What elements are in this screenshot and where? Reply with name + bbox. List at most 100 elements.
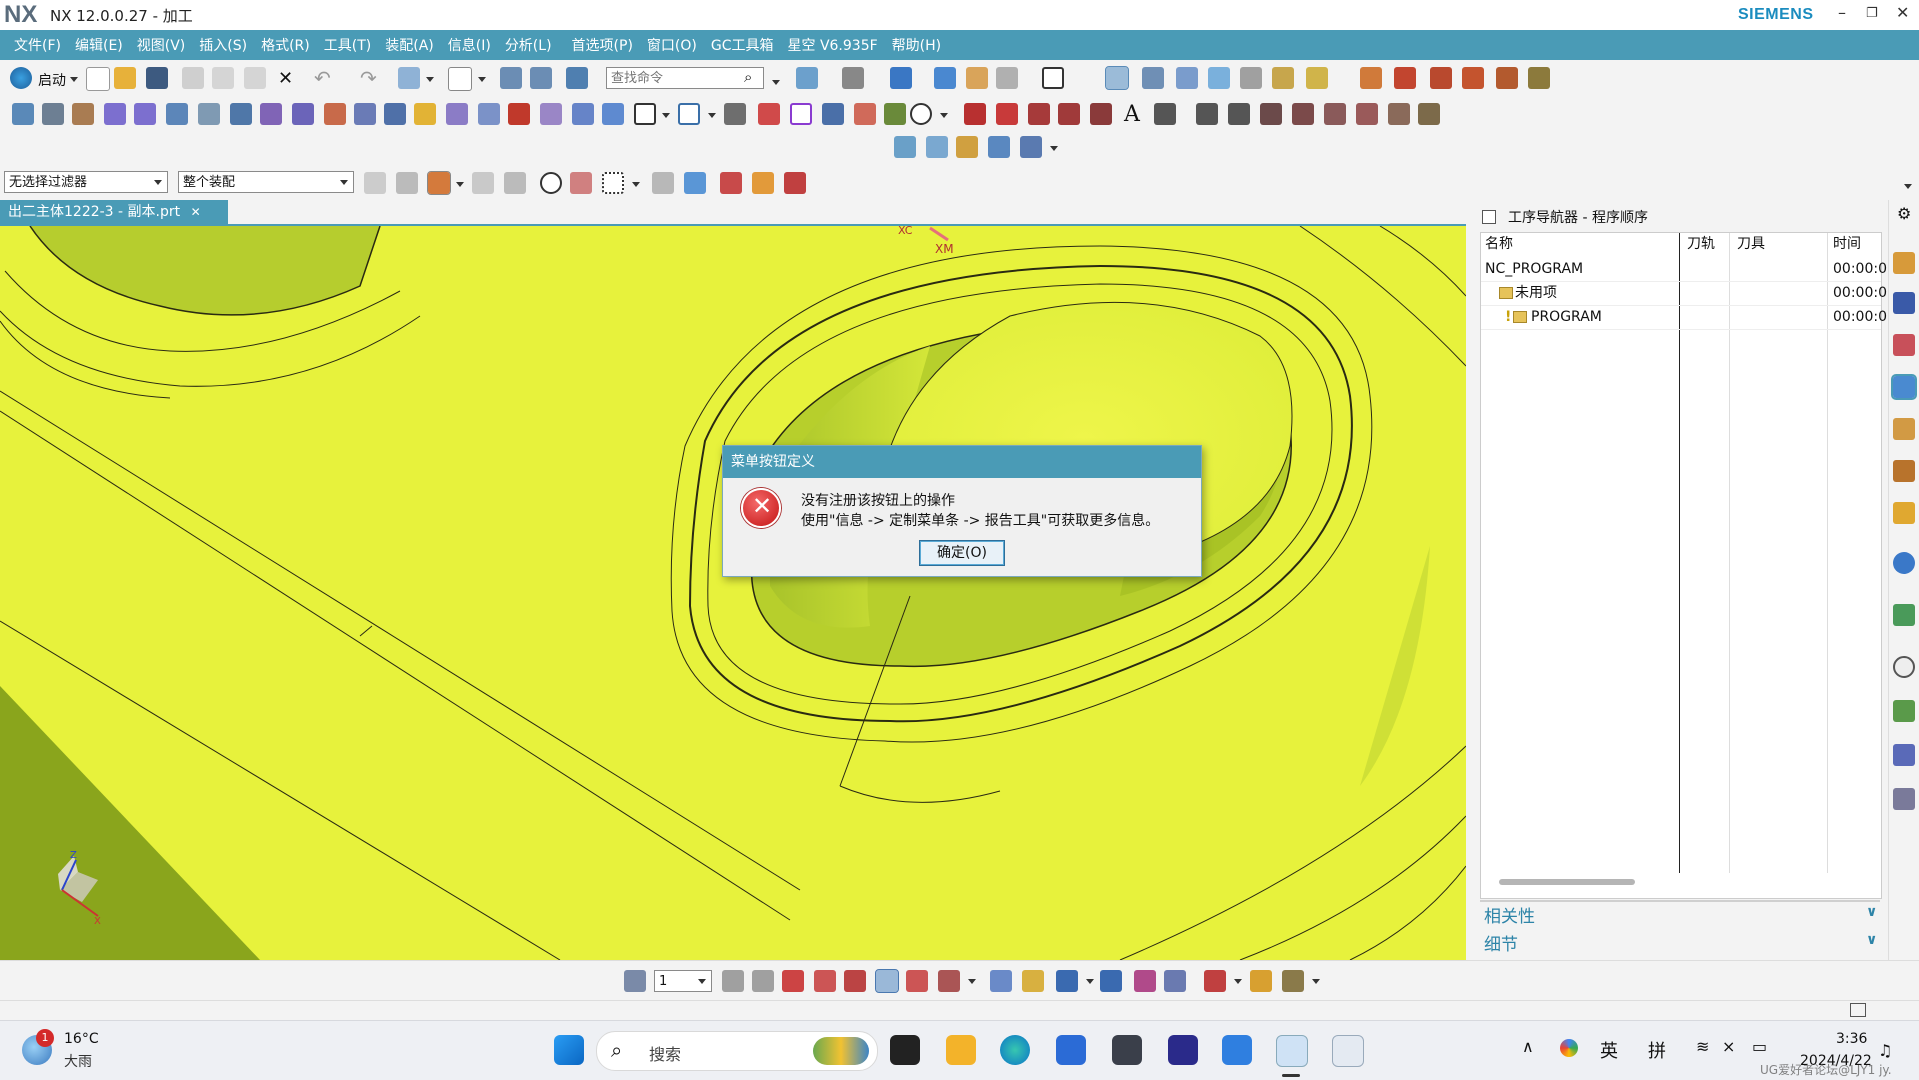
graphics-viewport[interactable]: XC XM Z X 菜单按钮定义 ✕ 没有注册该按钮上的操作 使用"信息 -> …	[0, 226, 1466, 960]
section-view-icon[interactable]	[996, 67, 1018, 89]
verify-path-icon[interactable]	[198, 103, 220, 125]
assembly-scope-caret[interactable]	[340, 180, 348, 185]
ruler-icon[interactable]	[1250, 970, 1272, 992]
menu-file[interactable]: 文件(F)	[14, 35, 61, 55]
box-select-icon[interactable]	[602, 172, 624, 194]
orient-dynamic-icon[interactable]	[1056, 970, 1078, 992]
menu-help[interactable]: 帮助(H)	[892, 35, 941, 55]
filter-icon[interactable]	[1272, 67, 1294, 89]
grid-point-icon[interactable]	[758, 103, 780, 125]
circle-icon[interactable]	[910, 103, 932, 125]
project-curve-icon[interactable]	[1228, 103, 1250, 125]
create-program-icon[interactable]	[12, 103, 34, 125]
curve-snap-icon[interactable]	[1430, 67, 1452, 89]
show-hide-icon[interactable]	[652, 172, 674, 194]
wcs-dropdown-caret[interactable]	[968, 979, 976, 984]
blank-icon[interactable]	[414, 103, 436, 125]
nx-taskbar-icon[interactable]	[1276, 1035, 1308, 1067]
layer-settings-icon[interactable]	[624, 970, 646, 992]
create-tool-icon[interactable]	[42, 103, 64, 125]
document-tab[interactable]: 出二主体1222-3 - 副本.prt ✕	[0, 200, 228, 224]
new-file-icon[interactable]	[86, 67, 110, 91]
snap-options-caret[interactable]	[1312, 979, 1320, 984]
helix-icon[interactable]	[1090, 103, 1112, 125]
copy-to-layer-icon[interactable]	[752, 970, 774, 992]
tray-app-icon[interactable]	[1560, 1039, 1578, 1057]
ok-button[interactable]: 确定(O)	[919, 540, 1005, 566]
volume-muted-icon[interactable]: ×	[1722, 1037, 1735, 1056]
assembly-navigator-icon[interactable]	[1893, 292, 1915, 314]
wcs-rotate-icon[interactable]	[814, 970, 836, 992]
delete-icon[interactable]: ✕	[278, 68, 293, 89]
filter-options-icon[interactable]	[1306, 67, 1328, 89]
move-to-layer-icon[interactable]	[722, 970, 744, 992]
back-arrow-icon[interactable]	[104, 103, 126, 125]
intersect-snap-icon[interactable]	[1496, 67, 1518, 89]
isoparametric-icon[interactable]	[1356, 103, 1378, 125]
arc-icon[interactable]	[996, 103, 1018, 125]
select-component-icon[interactable]	[364, 172, 386, 194]
edge-display-icon[interactable]	[1042, 67, 1064, 89]
clip-icon[interactable]	[752, 172, 774, 194]
menu-insert[interactable]: 插入(S)	[199, 35, 247, 55]
col-toolpath[interactable]: 刀轨	[1687, 233, 1715, 255]
select-face-icon[interactable]	[1208, 67, 1230, 89]
menu-analysis[interactable]: 分析(L)	[505, 35, 552, 55]
measure-icon[interactable]	[720, 172, 742, 194]
reuse-library-icon[interactable]	[1893, 460, 1915, 482]
layout-icon[interactable]	[894, 136, 916, 158]
measure-dropdown-caret[interactable]	[1234, 979, 1242, 984]
delete-csys-icon[interactable]	[1164, 970, 1186, 992]
solid-body-icon[interactable]	[684, 172, 706, 194]
taskbar-search[interactable]: ⌕ 搜索	[596, 1031, 878, 1071]
toolbar-overflow-caret[interactable]	[1904, 184, 1912, 189]
col-time[interactable]: 时间	[1833, 233, 1861, 255]
edit-csys-icon[interactable]	[1134, 970, 1156, 992]
method-icon[interactable]	[324, 103, 346, 125]
clock-time[interactable]: 3:36	[1836, 1031, 1867, 1047]
redo-icon[interactable]: ↷	[360, 66, 377, 90]
generate-path-icon[interactable]	[166, 103, 188, 125]
undo-icon[interactable]: ↶	[314, 66, 331, 90]
menu-gc-toolbox[interactable]: GC工具箱	[711, 35, 774, 55]
assembly-icon[interactable]	[956, 136, 978, 158]
move-icon[interactable]	[990, 970, 1012, 992]
wcs-orient-icon[interactable]	[875, 969, 899, 993]
search-icon[interactable]: ⌕	[744, 68, 752, 86]
select-vertex-icon[interactable]	[504, 172, 526, 194]
horizontal-scrollbar[interactable]	[1499, 879, 1635, 885]
rectangle-icon[interactable]	[634, 103, 656, 125]
menu-xingkong[interactable]: 星空 V6.935F	[788, 35, 878, 55]
path-edit-icon[interactable]	[822, 103, 844, 125]
col-name[interactable]: 名称	[1485, 233, 1513, 255]
gear-icon[interactable]: ⚙	[1897, 204, 1911, 223]
background-icon[interactable]	[966, 67, 988, 89]
select-body-icon[interactable]	[1176, 67, 1198, 89]
start-icon[interactable]	[10, 67, 32, 89]
command-finder-icon[interactable]	[566, 67, 588, 89]
bridge-curve-icon[interactable]	[1196, 103, 1218, 125]
details-section[interactable]: 细节	[1484, 930, 1518, 955]
tangent-snap-icon[interactable]	[1462, 67, 1484, 89]
chevron-up-icon[interactable]: ∧	[1522, 1037, 1534, 1056]
block-icon[interactable]	[602, 103, 624, 125]
remove-part-icon[interactable]	[784, 172, 806, 194]
ime-lang-indicator[interactable]: 英	[1600, 1037, 1618, 1063]
shop-doc-icon[interactable]	[292, 103, 314, 125]
general-select-caret[interactable]	[456, 182, 464, 187]
save-icon[interactable]	[146, 67, 168, 89]
midpoint-snap-icon[interactable]	[1394, 67, 1416, 89]
relations-section[interactable]: 相关性	[1484, 902, 1535, 927]
menu-format[interactable]: 格式(R)	[261, 35, 310, 55]
display-icon[interactable]	[478, 103, 500, 125]
system-materials-icon[interactable]	[1893, 700, 1915, 722]
wcs-save-icon[interactable]	[938, 970, 960, 992]
constraint-navigator-icon[interactable]	[1893, 334, 1915, 356]
search-dropdown-caret[interactable]	[772, 80, 780, 85]
gouge-check-icon[interactable]	[508, 103, 530, 125]
tree-row-program[interactable]: ! PROGRAM 00:00:0	[1481, 305, 1887, 330]
menu-preferences[interactable]: 首选项(P)	[572, 35, 633, 55]
scale-icon[interactable]	[1022, 970, 1044, 992]
snap-quadrant-icon[interactable]	[570, 172, 592, 194]
select-edge-icon[interactable]	[1240, 67, 1262, 89]
